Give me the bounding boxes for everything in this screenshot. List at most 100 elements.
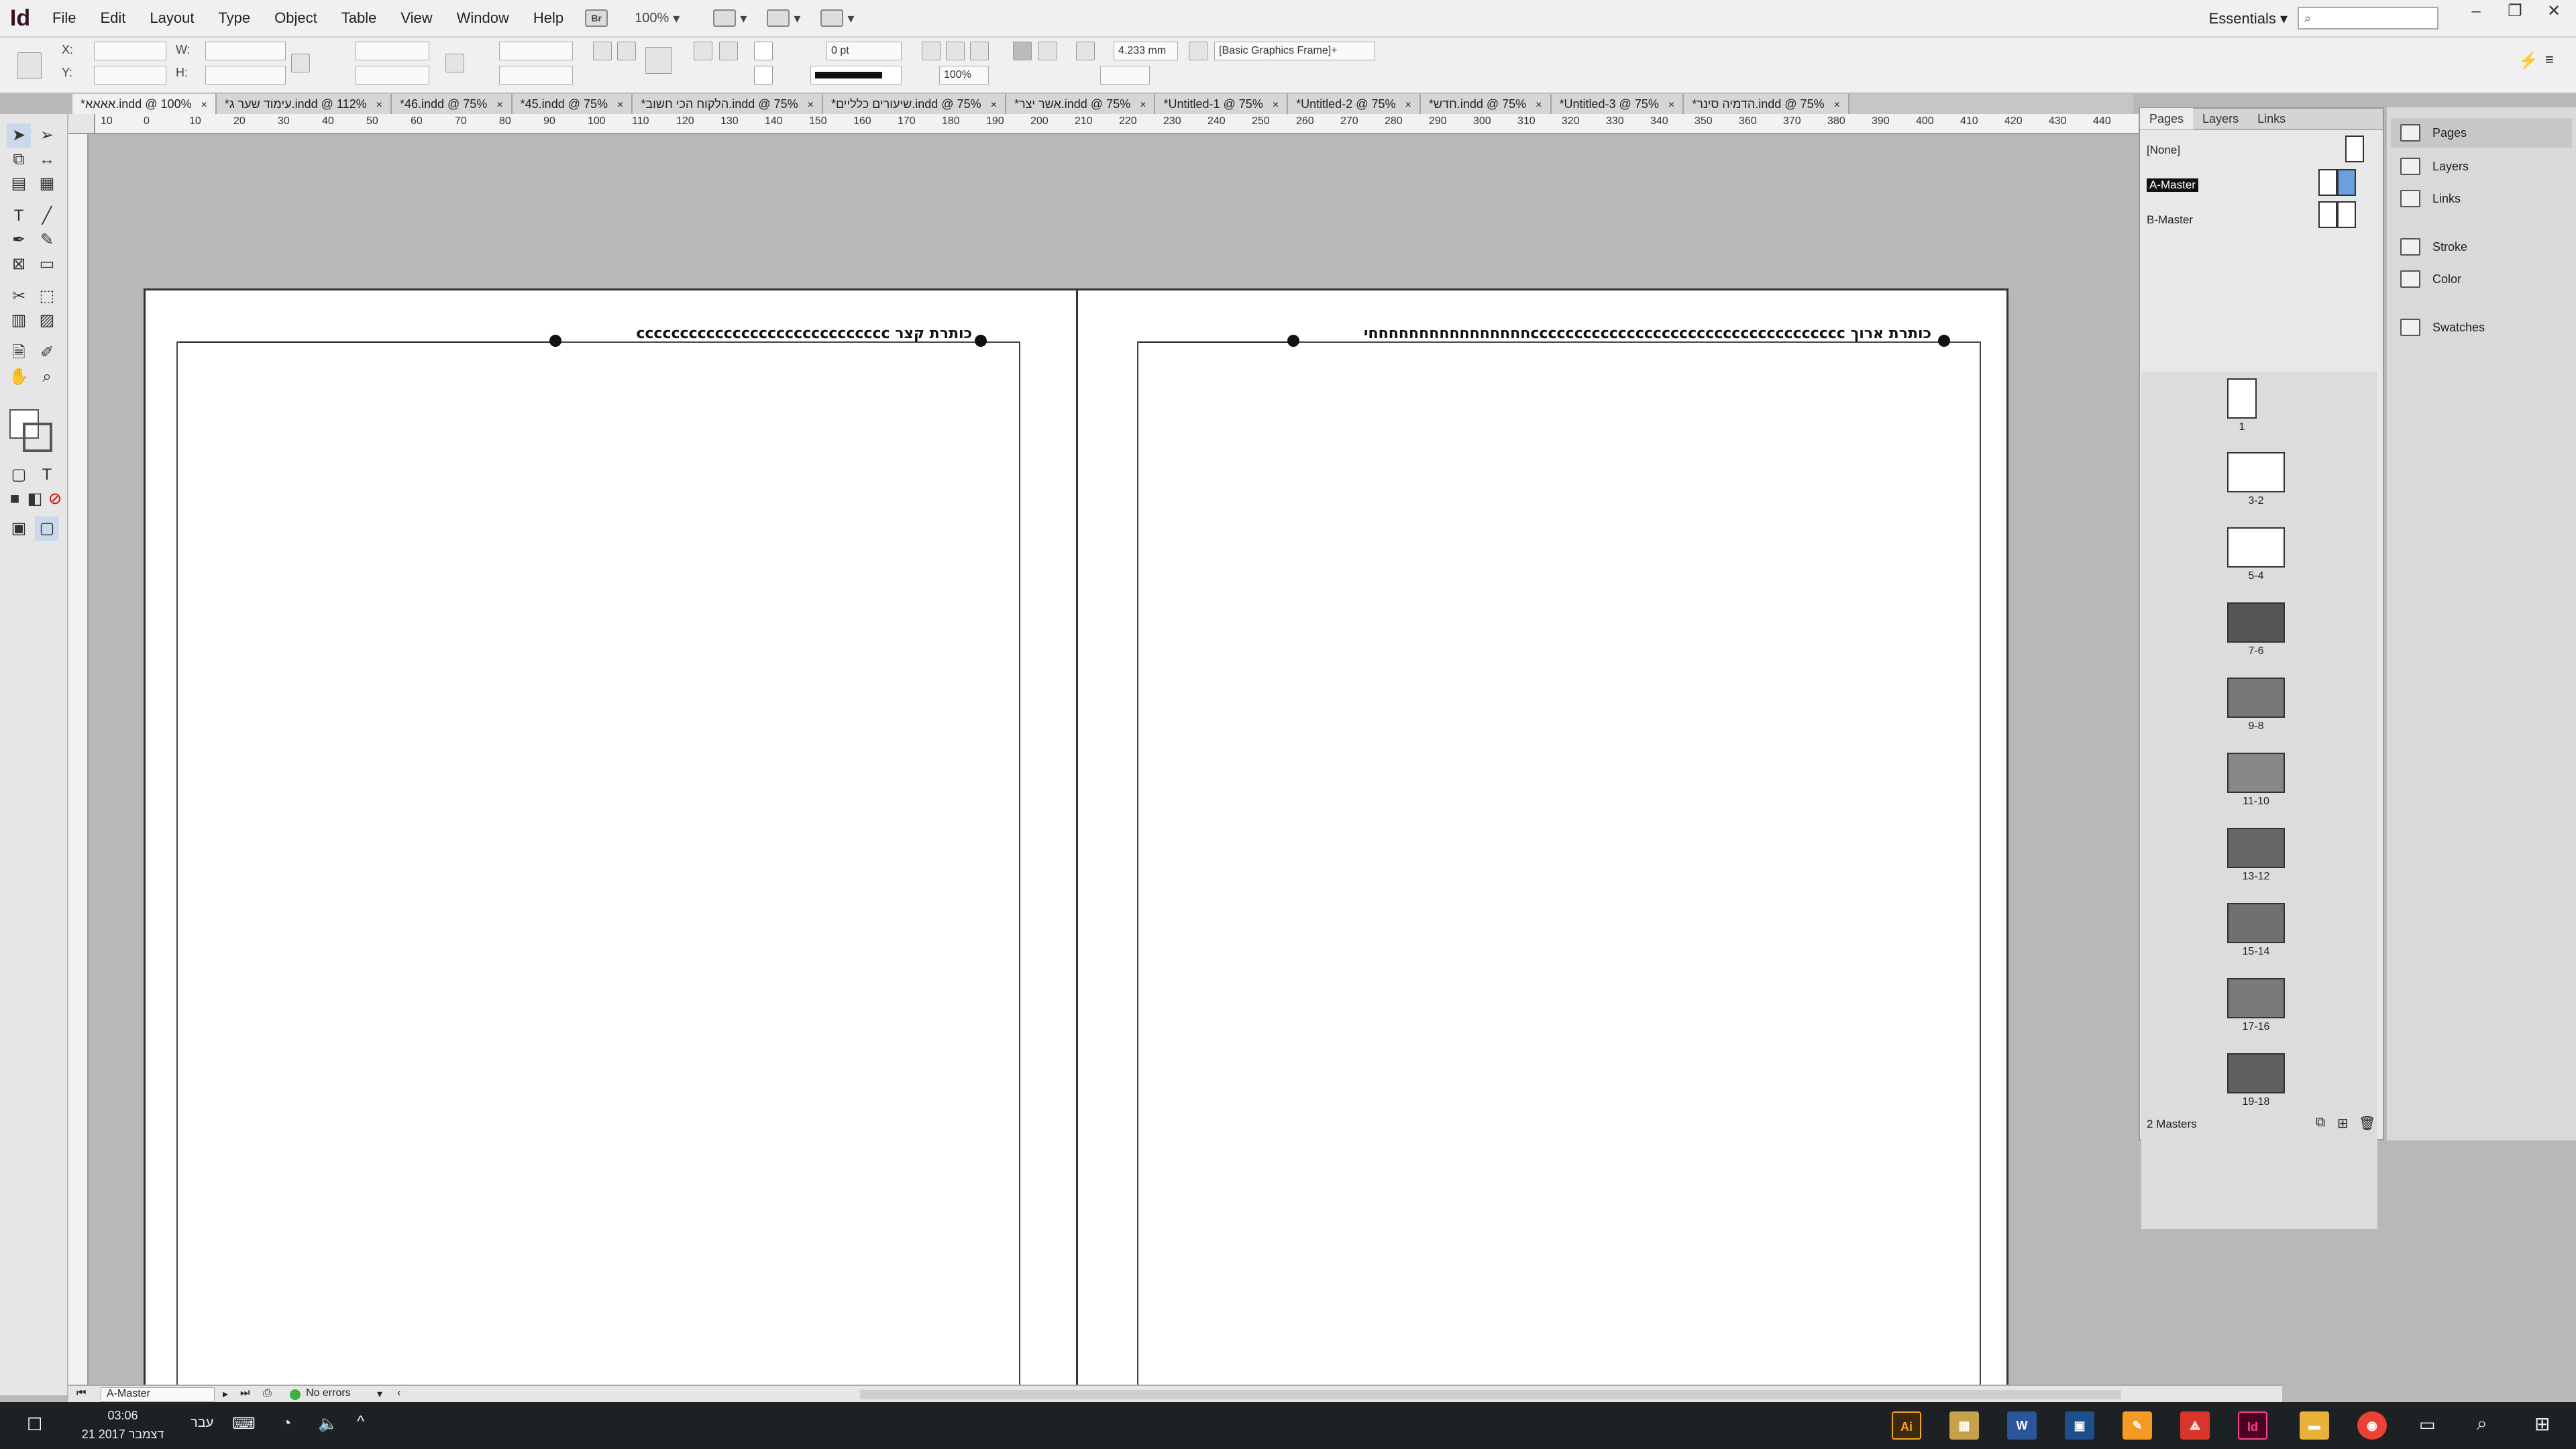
gradient-swatch-tool-icon[interactable]: ▥ — [7, 309, 31, 333]
task-view-icon[interactable]: ▭ — [2419, 1414, 2436, 1435]
close-icon[interactable]: × — [617, 99, 623, 111]
stroke-weight-field[interactable]: 0 pt — [826, 42, 902, 60]
y-field[interactable] — [94, 66, 166, 85]
eyedropper-tool-icon[interactable]: ✐ — [35, 341, 59, 365]
restore-button[interactable]: ❐ — [2496, 0, 2534, 24]
left-running-header[interactable]: כותרת קצר ccccccccccccccccccccccccccccc — [146, 325, 972, 342]
dock-stroke[interactable]: Stroke — [2391, 232, 2572, 262]
drop-shadow-icon[interactable] — [946, 42, 965, 60]
hand-tool-icon[interactable]: ✋ — [7, 365, 31, 389]
first-page-icon[interactable]: ⏮ — [76, 1387, 86, 1399]
height-field[interactable] — [205, 66, 286, 85]
page-number-field[interactable]: A-Master — [101, 1387, 215, 1402]
dock-color[interactable]: Color — [2391, 264, 2572, 294]
rotate-ccw-icon[interactable] — [617, 42, 636, 60]
master-none[interactable]: [None] — [2147, 144, 2180, 157]
page-thumbnail[interactable] — [2227, 378, 2257, 419]
align-icon[interactable] — [1038, 42, 1057, 60]
document-tab[interactable]: *45.indd @ 75% × — [512, 94, 633, 114]
master-a[interactable]: A-Master — [2147, 178, 2198, 192]
dock-layers[interactable]: Layers — [2391, 152, 2572, 181]
tab-links[interactable]: Links — [2248, 108, 2295, 129]
normal-view-icon[interactable]: ▣ — [7, 517, 31, 541]
pen-tool-icon[interactable]: ✒ — [7, 228, 31, 252]
direct-selection-tool-icon[interactable]: ➢ — [35, 123, 59, 148]
menu-table[interactable]: Table — [329, 0, 389, 37]
close-icon[interactable]: × — [376, 99, 382, 111]
page-thumbnail[interactable] — [2227, 978, 2285, 1018]
page-thumbnail[interactable] — [2227, 828, 2285, 868]
close-icon[interactable]: × — [991, 99, 997, 111]
new-page-icon[interactable]: ⊞ — [2337, 1115, 2349, 1132]
document-tab[interactable]: *אאאא.indd @ 100% × — [72, 94, 217, 114]
content-placer-icon[interactable]: ▦ — [35, 172, 59, 196]
publisher-icon[interactable]: ▣ — [2065, 1411, 2094, 1440]
menu-help[interactable]: Help — [521, 0, 576, 37]
chrome-icon[interactable]: ◉ — [2357, 1411, 2387, 1440]
dock-swatches[interactable]: Swatches — [2391, 313, 2572, 342]
horizontal-ruler[interactable]: 10 0 10 20 30 40 50 60 70 80 90 100 110 … — [95, 114, 2144, 134]
illustrator-icon[interactable]: Ai — [1892, 1411, 1921, 1440]
formatting-text-icon[interactable]: T — [35, 463, 59, 487]
lightning-icon[interactable]: ⚡ — [2518, 51, 2538, 70]
constrain-proportions-icon[interactable] — [291, 54, 310, 72]
menu-edit[interactable]: Edit — [88, 0, 138, 37]
page-thumbnail[interactable] — [2227, 1053, 2285, 1093]
bridge-button[interactable]: Br — [585, 9, 608, 27]
vertical-ruler[interactable] — [68, 134, 89, 1387]
master-thumbnail[interactable] — [2345, 136, 2364, 162]
stroke-type-dropdown[interactable] — [810, 66, 902, 85]
horizontal-scrollbar[interactable] — [860, 1390, 2121, 1399]
file-explorer-icon[interactable]: ▦ — [1949, 1411, 1979, 1440]
close-icon[interactable]: × — [1273, 99, 1279, 111]
document-tab[interactable]: *46.indd @ 75% × — [391, 94, 513, 114]
rectangle-frame-tool-icon[interactable]: ⊠ — [7, 252, 31, 276]
selection-tool-icon[interactable]: ➤ — [7, 123, 31, 148]
close-icon[interactable]: × — [1405, 99, 1411, 111]
menu-type[interactable]: Type — [206, 0, 262, 37]
chevron-up-icon[interactable]: ^ — [357, 1413, 364, 1432]
document-tab[interactable]: *חדש.indd @ 75% × — [1420, 94, 1552, 114]
width-field[interactable] — [205, 42, 286, 60]
last-page-icon[interactable]: ⏭ — [240, 1387, 250, 1399]
document-tab[interactable]: *Untitled-2 @ 75% × — [1288, 94, 1421, 114]
system-clock[interactable]: 03:06 21 דצמבר 2017 — [72, 1406, 173, 1444]
paragraph-icon[interactable] — [645, 47, 672, 74]
indesign-taskbar-icon[interactable]: Id — [2238, 1411, 2267, 1440]
volume-icon[interactable]: 🔈 — [318, 1414, 338, 1434]
windows-start-icon[interactable]: ⊞ — [2534, 1413, 2550, 1435]
page-thumbnail[interactable] — [2227, 753, 2285, 793]
close-button[interactable]: ✕ — [2534, 0, 2573, 24]
scissors-tool-icon[interactable]: ✂ — [7, 284, 31, 309]
preview-mode-icon[interactable]: ▢ — [35, 517, 59, 541]
word-icon[interactable]: W — [2007, 1411, 2037, 1440]
menu-view[interactable]: View — [388, 0, 444, 37]
acrobat-icon[interactable]: ⟁ — [2180, 1411, 2210, 1440]
object-style-dropdown[interactable]: [Basic Graphics Frame]+ — [1214, 42, 1375, 60]
link-scale-icon[interactable] — [445, 54, 464, 72]
master-b[interactable]: B-Master — [2147, 213, 2193, 227]
fit-content-icon[interactable] — [922, 42, 941, 60]
document-tab[interactable]: *Untitled-3 @ 75% × — [1551, 94, 1684, 114]
gradient-feather-tool-icon[interactable]: ▨ — [35, 309, 59, 333]
document-tab[interactable]: *Untitled-1 @ 75% × — [1155, 94, 1289, 114]
page-thumbnail[interactable] — [2227, 527, 2285, 568]
corner-size-field[interactable]: 4.233 mm — [1114, 42, 1178, 60]
line-tool-icon[interactable]: ╱ — [35, 204, 59, 228]
keyboard-icon[interactable]: ⌨ — [232, 1414, 256, 1434]
master-thumbnail[interactable] — [2318, 169, 2337, 196]
right-running-header[interactable]: כותרת ארוך ccccccccccccccccccccccccccccc… — [1306, 325, 1931, 342]
page-thumbnail[interactable] — [2227, 903, 2285, 943]
search-icon[interactable]: ⌕ — [2477, 1413, 2487, 1435]
document-tab[interactable]: *אשר יצר.indd @ 75% × — [1006, 94, 1156, 114]
document-tab[interactable]: *הדמיה סינר.indd @ 75% × — [1684, 94, 1849, 114]
note-tool-icon[interactable]: 🗎 — [7, 341, 31, 365]
stroke-swatch-icon[interactable] — [23, 423, 52, 452]
dock-pages[interactable]: Pages — [2391, 118, 2572, 148]
chevron-down-icon[interactable]: ▾ — [377, 1387, 382, 1401]
menu-layout[interactable]: Layout — [138, 0, 206, 37]
close-icon[interactable]: × — [808, 99, 814, 111]
close-icon[interactable]: × — [1140, 99, 1146, 111]
page-thumbnail[interactable] — [2227, 452, 2285, 492]
wrap-icon[interactable] — [1013, 42, 1032, 60]
